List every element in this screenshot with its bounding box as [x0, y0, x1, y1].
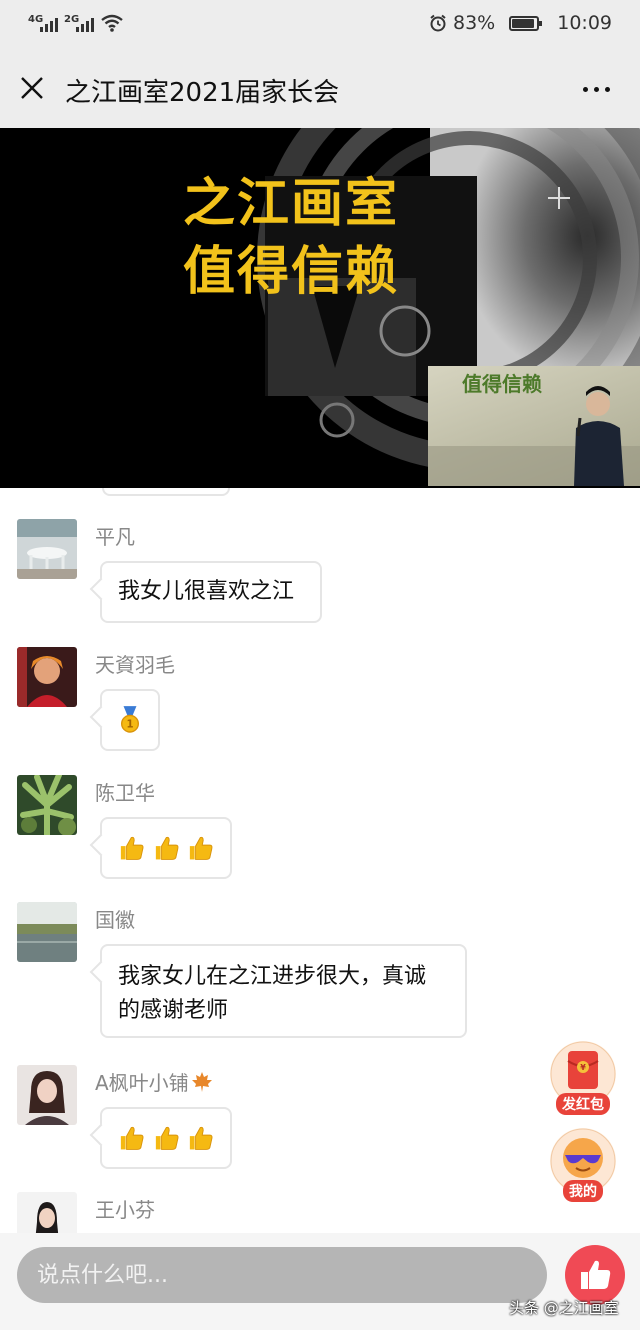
- signal-bars-icon: [40, 16, 58, 32]
- thumbs-up-icon: [120, 836, 144, 860]
- page-title: 之江画室2021届家长会: [65, 78, 340, 108]
- sender-name: 陈卫华: [95, 781, 155, 805]
- close-icon[interactable]: [20, 76, 44, 100]
- sender-name: 天資羽毛: [95, 653, 175, 677]
- thumbs-up-icon: [120, 1126, 144, 1150]
- sender-name-text: A枫叶小铺: [95, 1071, 189, 1095]
- comment-input[interactable]: [17, 1247, 547, 1303]
- message-bubble: 我家女儿在之江进步很大，真诚 的感谢老师: [100, 944, 467, 1038]
- avatar[interactable]: [17, 1065, 77, 1125]
- battery-icon: [509, 15, 543, 31]
- avatar[interactable]: [17, 519, 77, 579]
- thumbs-up-icon: [155, 1126, 179, 1150]
- wifi-icon: [101, 14, 123, 32]
- message-bubble: 1: [100, 689, 160, 751]
- message-bubble: [100, 817, 232, 879]
- red-packet-button[interactable]: ¥ 发红包: [550, 1041, 616, 1115]
- sender-name: 王小芬: [95, 1198, 155, 1222]
- previous-bubble-fragment: [102, 488, 230, 496]
- maple-leaf-icon: [191, 1072, 212, 1092]
- status-bar: 4G 2G 83% 10:09: [0, 0, 640, 50]
- thumbs-up-icon: [581, 1260, 611, 1289]
- message-bubble: [100, 1107, 232, 1169]
- thumbs-up-icon: [190, 836, 213, 860]
- chat-list[interactable]: 平凡 我女儿很喜欢之江 天資羽毛 1 陈卫华 国徽 我家女儿在之江进步很大，真诚…: [0, 488, 640, 1233]
- message-text-line-1: 我家女儿在之江进步很大，真诚: [118, 964, 427, 989]
- sender-name: A枫叶小铺: [95, 1067, 213, 1096]
- message-bubble: 我女儿很喜欢之江: [100, 561, 322, 623]
- nav-bar: 之江画室2021届家长会: [0, 50, 640, 128]
- avatar[interactable]: [17, 1192, 77, 1233]
- more-icon[interactable]: [583, 87, 610, 92]
- sender-name: 国徽: [95, 908, 135, 932]
- my-profile-label: 我的: [563, 1180, 603, 1202]
- speaker-figure: [428, 386, 640, 486]
- message-text: 我女儿很喜欢之江: [118, 579, 295, 604]
- medal-icon: 1: [121, 706, 139, 733]
- speaker-camera-pip[interactable]: 值得信赖: [428, 366, 640, 486]
- svg-text:1: 1: [126, 719, 133, 730]
- thumbs-up-icon: [190, 1126, 213, 1150]
- my-profile-button[interactable]: 我的: [550, 1128, 616, 1202]
- svg-text:¥: ¥: [580, 1063, 586, 1072]
- red-packet-label: 发红包: [556, 1093, 610, 1115]
- like-button[interactable]: [565, 1245, 625, 1305]
- avatar[interactable]: [17, 775, 77, 835]
- thumbs-up-icon: [155, 836, 179, 860]
- avatar[interactable]: [17, 902, 77, 962]
- avatar[interactable]: [17, 647, 77, 707]
- status-time: 10:09: [557, 12, 612, 34]
- watermark-text: 头条 @之江画室: [509, 1299, 619, 1317]
- sender-name: 平凡: [95, 525, 135, 549]
- slide-title-line-1: 之江画室: [183, 174, 400, 234]
- battery-percent: 83%: [453, 12, 496, 34]
- alarm-icon: [430, 14, 446, 32]
- slide-title-line-2: 值得信赖: [183, 242, 400, 302]
- signal-bars-icon: [76, 16, 94, 32]
- message-text-line-2: 的感谢老师: [118, 998, 229, 1023]
- live-video-player[interactable]: 之江画室 值得信赖 值得信赖: [0, 128, 640, 488]
- battery-fill: [512, 18, 534, 28]
